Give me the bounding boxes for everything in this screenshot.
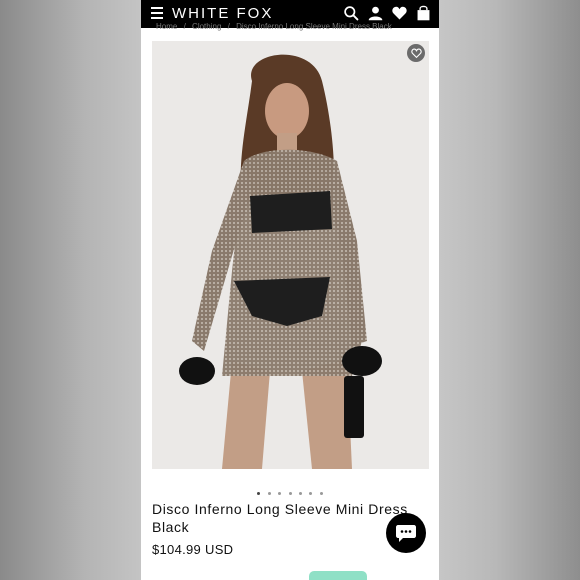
gallery-dot[interactable] (257, 492, 261, 495)
breadcrumb: Home / Clothing / Disco Inferno Long Sle… (156, 22, 396, 31)
hamburger-menu-icon[interactable] (151, 7, 163, 19)
shopping-bag-icon[interactable] (415, 5, 432, 22)
breadcrumb-clothing[interactable]: Clothing (192, 22, 221, 31)
chat-bubble-icon (396, 525, 416, 542)
heart-icon[interactable] (391, 5, 408, 22)
chat-button[interactable] (386, 513, 426, 553)
breadcrumb-home[interactable]: Home (156, 22, 177, 31)
user-icon[interactable] (367, 5, 384, 22)
gallery-dot[interactable] (267, 492, 271, 495)
background-right (439, 0, 580, 580)
add-to-bag-button-edge[interactable] (309, 571, 367, 580)
mobile-page: WHITE FOX Home / Clothing / Disco Infern… (141, 0, 439, 580)
product-title: Disco Inferno Long Sleeve Mini Dress Bla… (152, 501, 408, 535)
heart-outline-icon (410, 48, 422, 58)
breadcrumb-current: Disco Inferno Long Sleeve Mini Dress Bla… (236, 22, 392, 31)
gallery-dot[interactable] (319, 492, 323, 495)
add-to-wishlist-button[interactable] (407, 44, 425, 62)
breadcrumb-separator: / (227, 22, 230, 31)
brand-logo[interactable]: WHITE FOX (172, 5, 273, 22)
background-left (0, 0, 141, 580)
gallery-dot[interactable] (298, 492, 302, 495)
gallery-dot[interactable] (288, 492, 292, 495)
product-image[interactable] (152, 41, 429, 469)
gallery-dot[interactable] (309, 492, 313, 495)
gallery-dot[interactable] (278, 492, 282, 495)
product-price: $104.99 USD (152, 542, 234, 557)
gallery-pagination (141, 482, 439, 500)
breadcrumb-separator: / (183, 22, 186, 31)
search-icon[interactable] (343, 5, 360, 22)
product-photo-illustration (152, 41, 429, 469)
